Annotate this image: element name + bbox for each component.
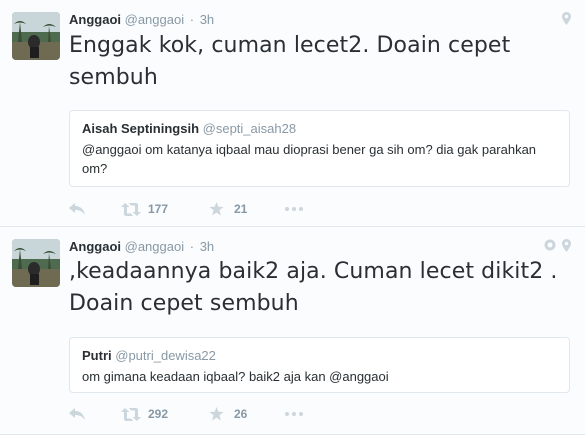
author-handle[interactable]: @anggaoi — [125, 12, 184, 27]
favorite-count: 26 — [234, 407, 248, 421]
more-icon — [285, 207, 303, 211]
author-handle[interactable]: @anggaoi — [125, 239, 184, 254]
avatar[interactable] — [12, 239, 60, 287]
separator: · — [189, 12, 195, 27]
author-name[interactable]: Anggaoi — [69, 12, 121, 27]
more-icon — [285, 412, 303, 416]
avatar[interactable] — [12, 12, 60, 60]
more-button[interactable] — [285, 207, 303, 211]
retweet-icon — [121, 202, 141, 216]
timestamp[interactable]: 3h — [200, 239, 214, 254]
quoted-author-handle: @putri_dewisa22 — [115, 348, 216, 363]
reply-button[interactable] — [69, 202, 121, 216]
quoted-author-name: Putri — [82, 348, 112, 363]
favorite-count: 21 — [234, 202, 248, 216]
quoted-author-handle: @septi_aisah28 — [202, 121, 297, 136]
tweet-meta-icons — [544, 239, 571, 252]
location-pin-icon[interactable] — [562, 12, 571, 25]
star-icon — [209, 202, 224, 216]
quoted-tweet-header: Putri @putri_dewisa22 — [82, 347, 557, 364]
quoted-tweet[interactable]: Aisah Septiningsih @septi_aisah28 @angga… — [69, 110, 570, 187]
tweet-text: Enggak kok, cuman lecet2. Doain cepet se… — [69, 33, 511, 90]
tweet-header: Anggaoi @anggaoi · 3h — [69, 11, 214, 28]
location-pin-icon[interactable] — [562, 239, 571, 252]
tweet-actions: 177 21 — [69, 199, 303, 219]
tweet-header: Anggaoi @anggaoi · 3h — [69, 238, 214, 255]
tweet-timeline: Anggaoi @anggaoi · 3h Enggak kok, cuman … — [0, 0, 585, 435]
author-name[interactable]: Anggaoi — [69, 239, 121, 254]
separator: · — [189, 239, 195, 254]
retweet-button[interactable]: 292 — [121, 407, 209, 421]
source-app-icon[interactable] — [544, 239, 556, 252]
quoted-tweet-text: om gimana keadaan iqbaal? baik2 aja kan … — [82, 369, 389, 384]
retweet-count: 177 — [148, 202, 169, 216]
timestamp[interactable]: 3h — [200, 12, 214, 27]
quoted-tweet-header: Aisah Septiningsih @septi_aisah28 — [82, 120, 557, 137]
more-button[interactable] — [285, 412, 303, 416]
favorite-button[interactable]: 21 — [209, 202, 285, 216]
reply-icon — [69, 202, 85, 215]
retweet-button[interactable]: 177 — [121, 202, 209, 216]
retweet-count: 292 — [148, 407, 169, 421]
tweet-actions: 292 26 — [69, 404, 303, 424]
quoted-tweet-text: @anggaoi om katanya iqbaal mau dioprasi … — [82, 142, 537, 176]
tweet[interactable]: Anggaoi @anggaoi · 3h Enggak kok, cuman … — [0, 0, 585, 227]
favorite-button[interactable]: 26 — [209, 407, 285, 421]
tweet-text: ,keadaannya baik2 aja. Cuman lecet dikit… — [69, 259, 558, 316]
tweet-meta-icons — [562, 12, 571, 25]
retweet-icon — [121, 407, 141, 421]
reply-icon — [69, 407, 85, 420]
reply-button[interactable] — [69, 407, 121, 421]
tweet[interactable]: Anggaoi @anggaoi · 3h ,keadaannya baik2 … — [0, 227, 585, 435]
quoted-author-name: Aisah Septiningsih — [82, 121, 200, 136]
star-icon — [209, 407, 224, 421]
quoted-tweet[interactable]: Putri @putri_dewisa22 om gimana keadaan … — [69, 337, 570, 393]
